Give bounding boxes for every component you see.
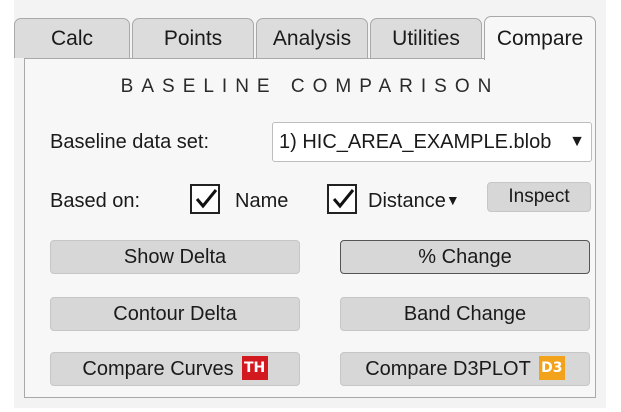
distance-checkbox-label: Distance <box>368 190 446 212</box>
compare-curves-label: Compare Curves <box>82 358 234 380</box>
compare-d3plot-button[interactable]: Compare D3PLOT D3 <box>340 352 590 386</box>
name-checkbox[interactable] <box>190 184 220 214</box>
band-change-button[interactable]: Band Change <box>340 297 590 331</box>
tab-calc[interactable]: Calc <box>14 18 130 58</box>
tab-analysis[interactable]: Analysis <box>256 18 368 58</box>
compare-curves-button[interactable]: Compare Curves TH <box>50 352 300 386</box>
contour-delta-button[interactable]: Contour Delta <box>50 297 300 331</box>
triangle-down-icon: ▼ <box>569 133 585 150</box>
compare-panel <box>24 58 596 398</box>
compare-d3plot-label: Compare D3PLOT <box>365 358 531 380</box>
section-title: BASELINE COMPARISON <box>120 76 500 97</box>
tab-points[interactable]: Points <box>132 18 254 58</box>
distance-dropdown[interactable]: Distance▼ <box>368 190 460 213</box>
baseline-selected-value: 1) HIC_AREA_EXAMPLE.blob <box>279 131 552 153</box>
checkmark-icon <box>195 189 218 209</box>
tab-bar: Calc Points Analysis Utilities Compare <box>14 16 596 60</box>
th-badge-icon: TH <box>241 355 268 380</box>
tab-compare[interactable]: Compare <box>484 16 596 60</box>
triangle-down-icon: ▼ <box>445 192 460 208</box>
baseline-dataset-select[interactable]: 1) HIC_AREA_EXAMPLE.blob ▼ <box>272 122 592 162</box>
show-delta-button[interactable]: Show Delta <box>50 240 300 274</box>
d3-badge-icon: D3 <box>538 355 565 380</box>
based-on-label: Based on: <box>50 190 141 212</box>
distance-checkbox[interactable] <box>327 184 357 214</box>
name-checkbox-label: Name <box>235 190 289 212</box>
inspect-button[interactable]: Inspect <box>487 182 591 212</box>
baseline-label: Baseline data set: <box>50 131 209 153</box>
checkmark-icon <box>332 189 355 209</box>
percent-change-button[interactable]: % Change <box>340 240 590 274</box>
tab-utilities[interactable]: Utilities <box>370 18 482 58</box>
